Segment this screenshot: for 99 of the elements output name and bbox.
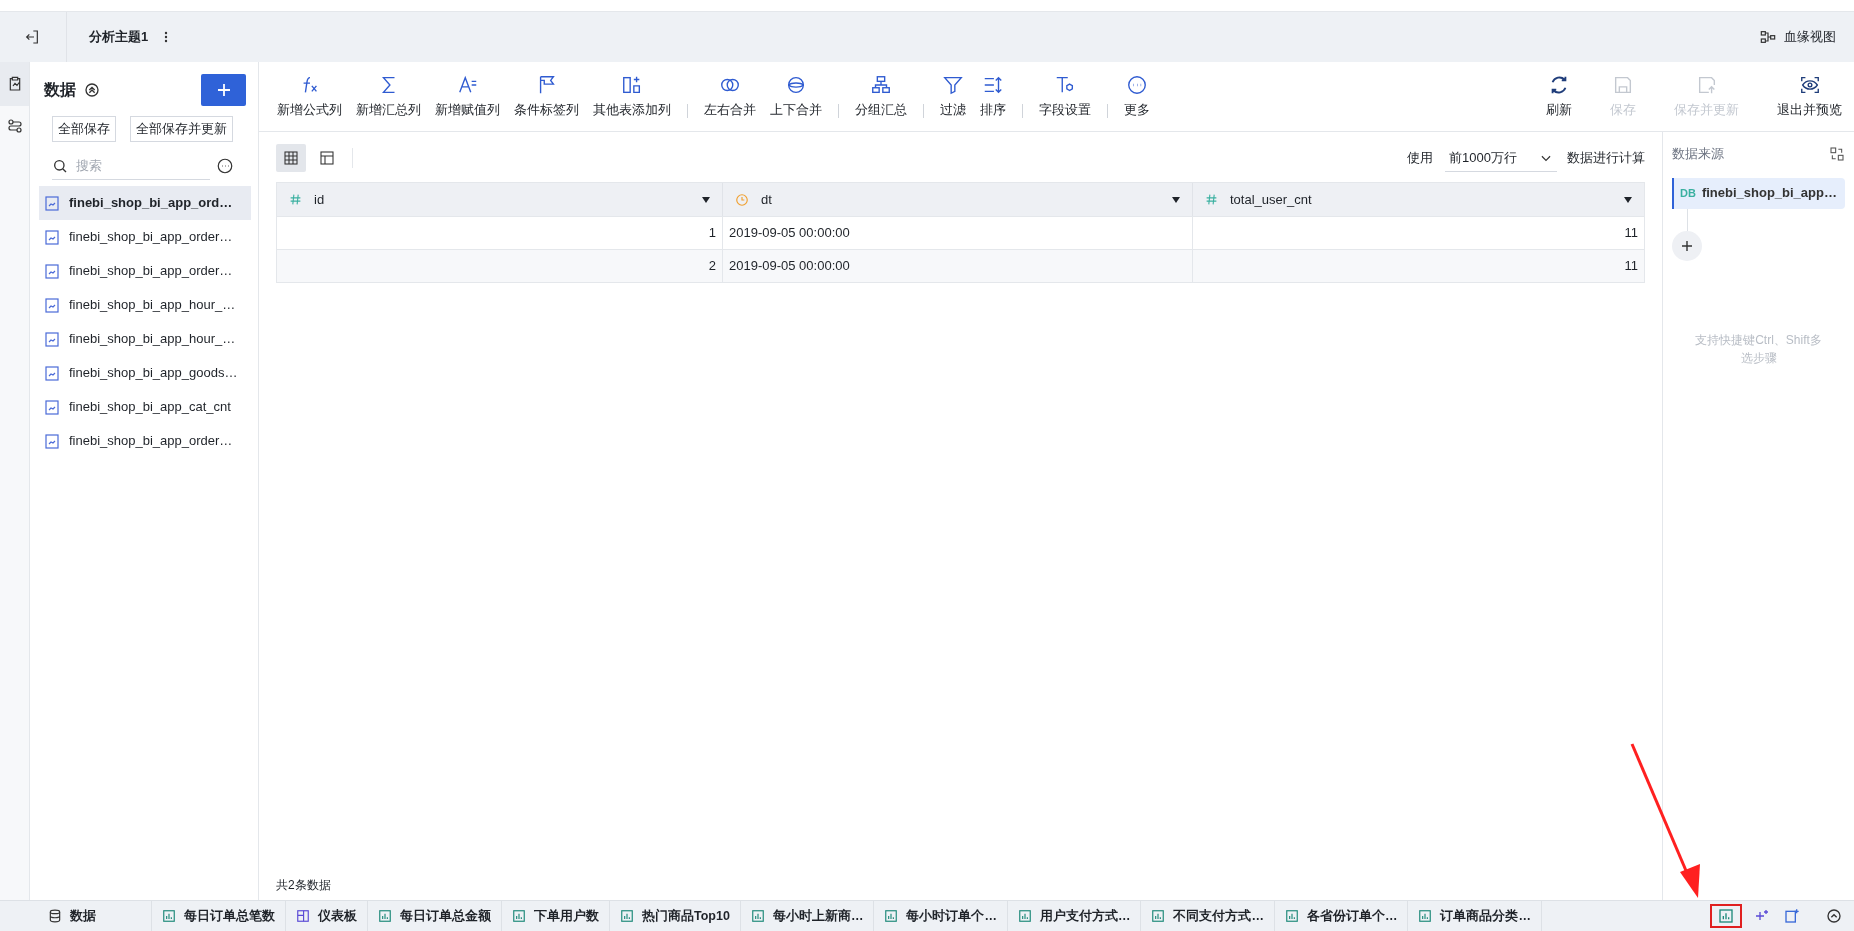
bar-chart-icon bbox=[162, 909, 176, 923]
bar-chart-icon bbox=[884, 909, 899, 923]
toolbar-button[interactable]: 左右合并 bbox=[698, 69, 762, 124]
row-limit-label: 数据进行计算 bbox=[1567, 149, 1645, 168]
table-list-item[interactable]: finebi_shop_bi_app_cat_cnt bbox=[39, 390, 251, 424]
layout-icon bbox=[319, 150, 335, 166]
toolbar-button[interactable]: 其他表添加列 bbox=[587, 69, 677, 124]
steps-title: 数据来源 bbox=[1672, 145, 1724, 163]
table-icon bbox=[45, 331, 59, 347]
grid-icon bbox=[283, 150, 299, 166]
bar-chart-icon bbox=[378, 909, 392, 923]
hash-icon bbox=[1205, 193, 1218, 206]
toolbar-button[interactable]: 退出并预览 bbox=[1771, 69, 1848, 124]
toolbar-button[interactable]: 上下合并 bbox=[764, 69, 828, 124]
bottom-tab[interactable]: 热门商品Top10 bbox=[610, 901, 741, 931]
table-list-item[interactable]: finebi_shop_bi_app_ord… bbox=[39, 186, 251, 220]
panel-title: 数据 bbox=[44, 80, 76, 100]
bottom-tab[interactable]: 下单用户数 bbox=[502, 901, 610, 931]
clock-icon bbox=[735, 192, 749, 207]
save-all-update-button[interactable]: 全部保存并更新 bbox=[130, 116, 233, 142]
table-list-item[interactable]: finebi_shop_bi_app_hour_… bbox=[39, 288, 251, 322]
bottom-tab[interactable]: 不同支付方式… bbox=[1141, 901, 1275, 931]
bottom-tab[interactable]: 每小时订单个… bbox=[874, 901, 1008, 931]
topic-tab[interactable]: 分析主题1 bbox=[89, 27, 149, 47]
grid-view-button[interactable] bbox=[276, 144, 306, 172]
shortcut-hint: 支持快捷键Ctrl、Shift多选步骤 bbox=[1694, 331, 1823, 367]
table-cell-text: 11 bbox=[1623, 257, 1639, 276]
plus-icon bbox=[1681, 239, 1693, 252]
add-story-icon[interactable] bbox=[1784, 908, 1800, 924]
save-all-button[interactable]: 全部保存 bbox=[52, 116, 116, 142]
bottom-tab[interactable]: 订单商品分类… bbox=[1408, 901, 1542, 931]
add-step-button[interactable] bbox=[1672, 230, 1702, 261]
table-icon bbox=[45, 229, 59, 245]
bar-chart-icon bbox=[1151, 909, 1166, 923]
row-limit-label: 使用 bbox=[1407, 149, 1433, 168]
swap-icon[interactable] bbox=[1829, 145, 1845, 162]
toolbar-button[interactable]: 新增公式列 bbox=[271, 69, 348, 124]
table-icon bbox=[45, 263, 59, 279]
bar-chart-icon bbox=[1017, 909, 1032, 923]
bottom-tab[interactable]: 每小时上新商… bbox=[740, 901, 875, 931]
table-cell: 2019-09-05 00:00:00 bbox=[723, 250, 1193, 282]
chart-add-icon[interactable] bbox=[1718, 908, 1734, 924]
bar-chart-icon bbox=[1418, 909, 1433, 923]
add-button[interactable] bbox=[201, 74, 246, 106]
db-label: DB bbox=[1680, 185, 1696, 201]
bar-chart-icon bbox=[1284, 909, 1299, 923]
hash-icon bbox=[289, 193, 302, 206]
toolbar-button[interactable]: 排序 bbox=[974, 69, 1012, 124]
dropdown-caret-icon[interactable] bbox=[1172, 196, 1180, 203]
bar-chart-icon bbox=[620, 909, 634, 923]
table-icon bbox=[45, 297, 59, 313]
more-icon[interactable] bbox=[216, 157, 234, 175]
toolbar-button[interactable]: 刷新 bbox=[1540, 69, 1578, 124]
table-list-item[interactable]: finebi_shop_bi_app_order… bbox=[39, 424, 251, 458]
row-count: 共2条数据 bbox=[276, 877, 332, 894]
toolbar-button[interactable]: 过滤 bbox=[934, 69, 972, 124]
step-item[interactable]: DB finebi_shop_bi_app… bbox=[1672, 177, 1845, 209]
more-icon bbox=[1126, 73, 1148, 96]
table-cell: 2 bbox=[277, 250, 723, 282]
bottom-tab[interactable]: 每日订单总金额 bbox=[368, 901, 502, 931]
table-cell-text: 11 bbox=[1623, 224, 1639, 243]
toolbar-button[interactable]: 新增汇总列 bbox=[350, 69, 427, 124]
bottom-tab[interactable]: 用户支付方式… bbox=[1007, 901, 1142, 931]
table-list-item[interactable]: finebi_shop_bi_app_goods… bbox=[39, 356, 251, 390]
table-icon bbox=[45, 195, 59, 211]
toolbar-button[interactable]: 字段设置 bbox=[1033, 69, 1097, 124]
table-icon bbox=[45, 399, 59, 415]
bar-chart-icon bbox=[512, 909, 526, 923]
row-limit-dropdown[interactable]: 前1000万行 bbox=[1445, 144, 1557, 172]
connections-icon[interactable] bbox=[6, 118, 23, 134]
bottom-tab[interactable]: 每日订单总笔数 bbox=[152, 901, 286, 931]
more-icon[interactable] bbox=[164, 31, 169, 43]
bar-chart-icon bbox=[750, 909, 765, 923]
table-list-item[interactable]: finebi_shop_bi_app_order… bbox=[39, 254, 251, 288]
database-icon bbox=[48, 909, 62, 923]
dropdown-caret-icon[interactable] bbox=[702, 196, 710, 203]
toolbar-button[interactable]: 新增赋值列 bbox=[429, 69, 506, 124]
lineage-icon bbox=[1760, 30, 1776, 44]
plus-icon bbox=[216, 83, 231, 97]
toolbar-button[interactable]: 分组汇总 bbox=[849, 69, 913, 124]
dashboard-icon bbox=[296, 909, 310, 923]
search-field[interactable]: 搜索 bbox=[76, 152, 206, 179]
column-header[interactable]: total_user_cnt bbox=[1193, 183, 1644, 216]
bottom-tab[interactable]: 各省份订单个… bbox=[1274, 901, 1409, 931]
bottom-tab[interactable]: 仪表板 bbox=[286, 901, 368, 931]
table-list-item[interactable]: finebi_shop_bi_app_order… bbox=[39, 220, 251, 254]
table-icon bbox=[45, 433, 59, 449]
bottom-tab[interactable]: 数据 bbox=[0, 901, 152, 931]
toolbar-button[interactable]: 条件标签列 bbox=[508, 69, 585, 124]
dropdown-caret-icon[interactable] bbox=[1624, 196, 1632, 203]
collapse-icon[interactable] bbox=[1826, 908, 1842, 924]
lineage-view-button[interactable]: 血缘视图 bbox=[1760, 27, 1836, 47]
table-list-item[interactable]: finebi_shop_bi_app_hour_… bbox=[39, 322, 251, 356]
exit-icon[interactable] bbox=[24, 29, 40, 45]
search-icon bbox=[52, 157, 68, 174]
toolbar-button[interactable]: 更多 bbox=[1118, 69, 1156, 124]
hierarchy-icon bbox=[870, 73, 892, 96]
table-icon bbox=[45, 365, 59, 381]
collapse-icon[interactable] bbox=[84, 82, 100, 98]
